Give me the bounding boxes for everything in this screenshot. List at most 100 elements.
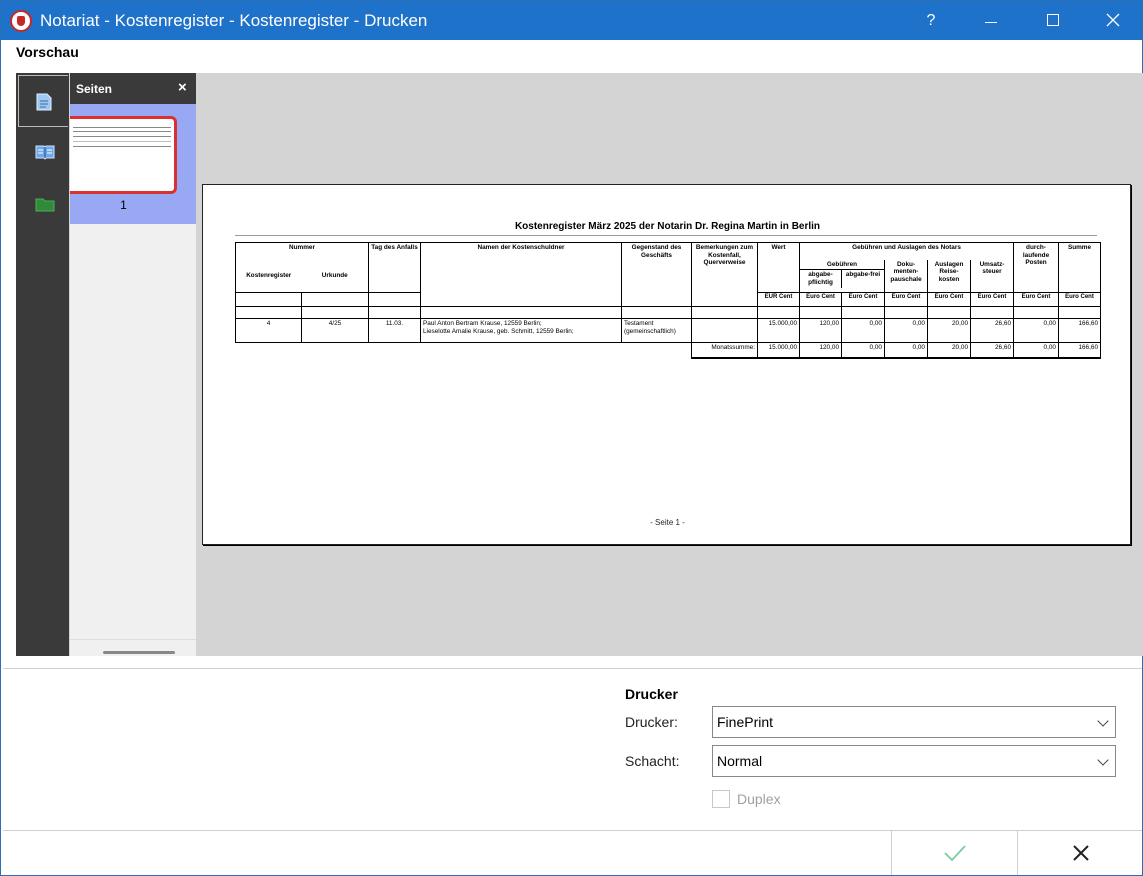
cell-namen: Paul Anton Bertram Krause, 12559 Berlin;… [420,318,622,343]
tray-select[interactable]: Normal [712,745,1116,777]
header-wert: Wert [757,242,800,293]
pages-panel-divider [70,639,196,640]
header-durchlaufende: durch-laufende Posten [1013,242,1059,293]
header-gebuehren-group: Gebühren abgabe-pflichtig abgabe-frei [799,259,885,293]
header-urkunde: Urkunde [301,259,369,293]
monthly-umsatzsteuer: 26,60 [970,342,1014,359]
cell-gegenstand: Testament (gemeinschaftlich) [621,318,692,343]
folder-icon [35,198,55,212]
print-dialog-window: Notariat - Kostenregister - Kostenregist… [0,0,1143,876]
maximize-icon [1047,14,1059,26]
header-tag: Tag des Anfalls [368,242,421,293]
unit-auslagen: Euro Cent [927,292,971,307]
monthly-durchlaufende: 0,00 [1013,342,1059,359]
preview-divider [3,668,1142,669]
minimize-button[interactable] [961,1,1021,40]
title-bar: Notariat - Kostenregister - Kostenregist… [1,1,1142,40]
header-gegenstand: Gegenstand des Geschäfts [621,242,692,307]
chevron-down-icon [1097,715,1109,727]
cell-wert: 15.000,00 [757,318,800,343]
monthly-abgabepflichtig: 120,00 [799,342,842,359]
preview-sidebar [16,73,69,656]
printer-label: Drucker: [625,714,678,730]
printer-section-title: Drucker [625,686,678,702]
close-icon [1106,13,1120,27]
header-gebuehren-auslagen: Gebühren und Auslagen des Notars [799,242,1014,260]
cell-summe: 166,60 [1058,318,1101,343]
cell-gegenstand-line-2: (gemeinschaftlich) [624,327,676,335]
cell-abgabefrei: 0,00 [841,318,885,343]
cell-namen-line-2: Lieselotte Amalie Krause, geb. Schmitt, … [423,327,574,335]
pages-panel-close-icon[interactable]: × [178,79,187,96]
page-thumbnail-number: 1 [120,198,127,212]
header-gebuehren: Gebühren [800,260,884,271]
monthly-wert: 15.000,00 [757,342,800,359]
cell-namen-line-1: Paul Anton Bertram Krause, 12559 Berlin; [423,320,542,327]
header-bemerkungen: Bemerkungen zum Kostenfall, Querverweise [691,242,758,307]
minimize-icon [985,22,997,23]
check-icon [944,845,966,862]
printer-select[interactable]: FinePrint [712,706,1116,738]
monthly-auslagen: 20,00 [927,342,971,359]
title-rule [235,235,1097,236]
close-window-button[interactable] [1083,1,1143,40]
cell-abgabepflichtig: 120,00 [799,318,842,343]
table-row: 4 4/25 11.03. Paul Anton Bertram Krause,… [235,318,1101,343]
maximize-button[interactable] [1023,1,1083,40]
book-icon [35,145,55,160]
bookmarks-view-button[interactable] [18,127,68,179]
cost-register-table: Nummer Tag des Anfalls Namen der Kostens… [235,242,1101,359]
cell-kostenregister: 4 [235,318,302,343]
cell-bemerkungen [691,318,758,343]
cancel-button[interactable] [1018,831,1142,875]
printer-select-value: FinePrint [717,714,774,730]
app-logo-icon [10,10,32,32]
cell-tag: 11.03. [368,318,421,343]
cell-auslagen: 20,00 [927,318,971,343]
unit-dokumentenpauschale: Euro Cent [884,292,928,307]
page-thumbnail-selected[interactable]: 1 [70,104,196,224]
header-nummer: Nummer [235,242,369,260]
pages-panel-scrollbar[interactable] [103,651,175,654]
tray-label: Schacht: [625,753,680,769]
header-abgabefrei: abgabe-frei [845,271,881,279]
unit-abgabepflichtig: Euro Cent [799,292,842,307]
duplex-label: Duplex [737,791,781,807]
header-abgabepflichtig: abgabe-pflichtig [800,270,842,288]
preview-section-label: Vorschau [16,44,79,60]
monthly-total-row: Monatssumme: 15.000,00 120,00 0,00 0,00 … [236,342,1101,359]
window-title: Notariat - Kostenregister - Kostenregist… [40,11,428,30]
pages-panel-title: Seiten [76,82,113,96]
unit-summe: Euro Cent [1058,292,1101,307]
unit-wert: EUR Cent [757,292,800,307]
header-auslagen: Auslagen Reise-kosten [927,259,971,293]
duplex-checkbox[interactable] [712,790,730,808]
preview-page: Kostenregister März 2025 der Notarin Dr.… [202,184,1131,545]
cell-dokumentenpauschale: 0,00 [884,318,928,343]
unit-durchlaufende: Euro Cent [1013,292,1059,307]
monthly-summe: 166,60 [1058,342,1101,359]
header-umsatzsteuer: Umsatz-steuer [970,259,1014,293]
attachments-view-button[interactable] [18,179,68,231]
cell-gegenstand-line-1: Testament [624,320,654,327]
cell-durchlaufende: 0,00 [1013,318,1059,343]
tray-select-value: Normal [717,753,763,769]
monthly-label: Monatssumme: [691,342,758,359]
document-title: Kostenregister März 2025 der Notarin Dr.… [514,221,821,232]
header-namen: Namen der Kostenschuldner [420,242,622,307]
monthly-abgabefrei: 0,00 [841,342,885,359]
monthly-dokumentenpauschale: 0,00 [884,342,928,359]
unit-umsatzsteuer: Euro Cent [970,292,1014,307]
help-button[interactable]: ? [901,1,961,40]
header-dokumentenpauschale: Doku-menten-pauschale [884,259,928,293]
pages-view-button[interactable] [18,75,68,127]
pages-panel: Seiten × 1 [70,73,196,656]
page-thumbnail[interactable] [70,116,177,194]
ok-button[interactable] [892,831,1017,875]
cell-umsatzsteuer: 26,60 [970,318,1014,343]
pages-panel-header: Seiten × [70,73,196,104]
unit-abgabefrei: Euro Cent [841,292,885,307]
header-kostenregister: Kostenregister [235,259,302,293]
chevron-down-icon [1097,754,1109,766]
page-icon [36,93,52,111]
